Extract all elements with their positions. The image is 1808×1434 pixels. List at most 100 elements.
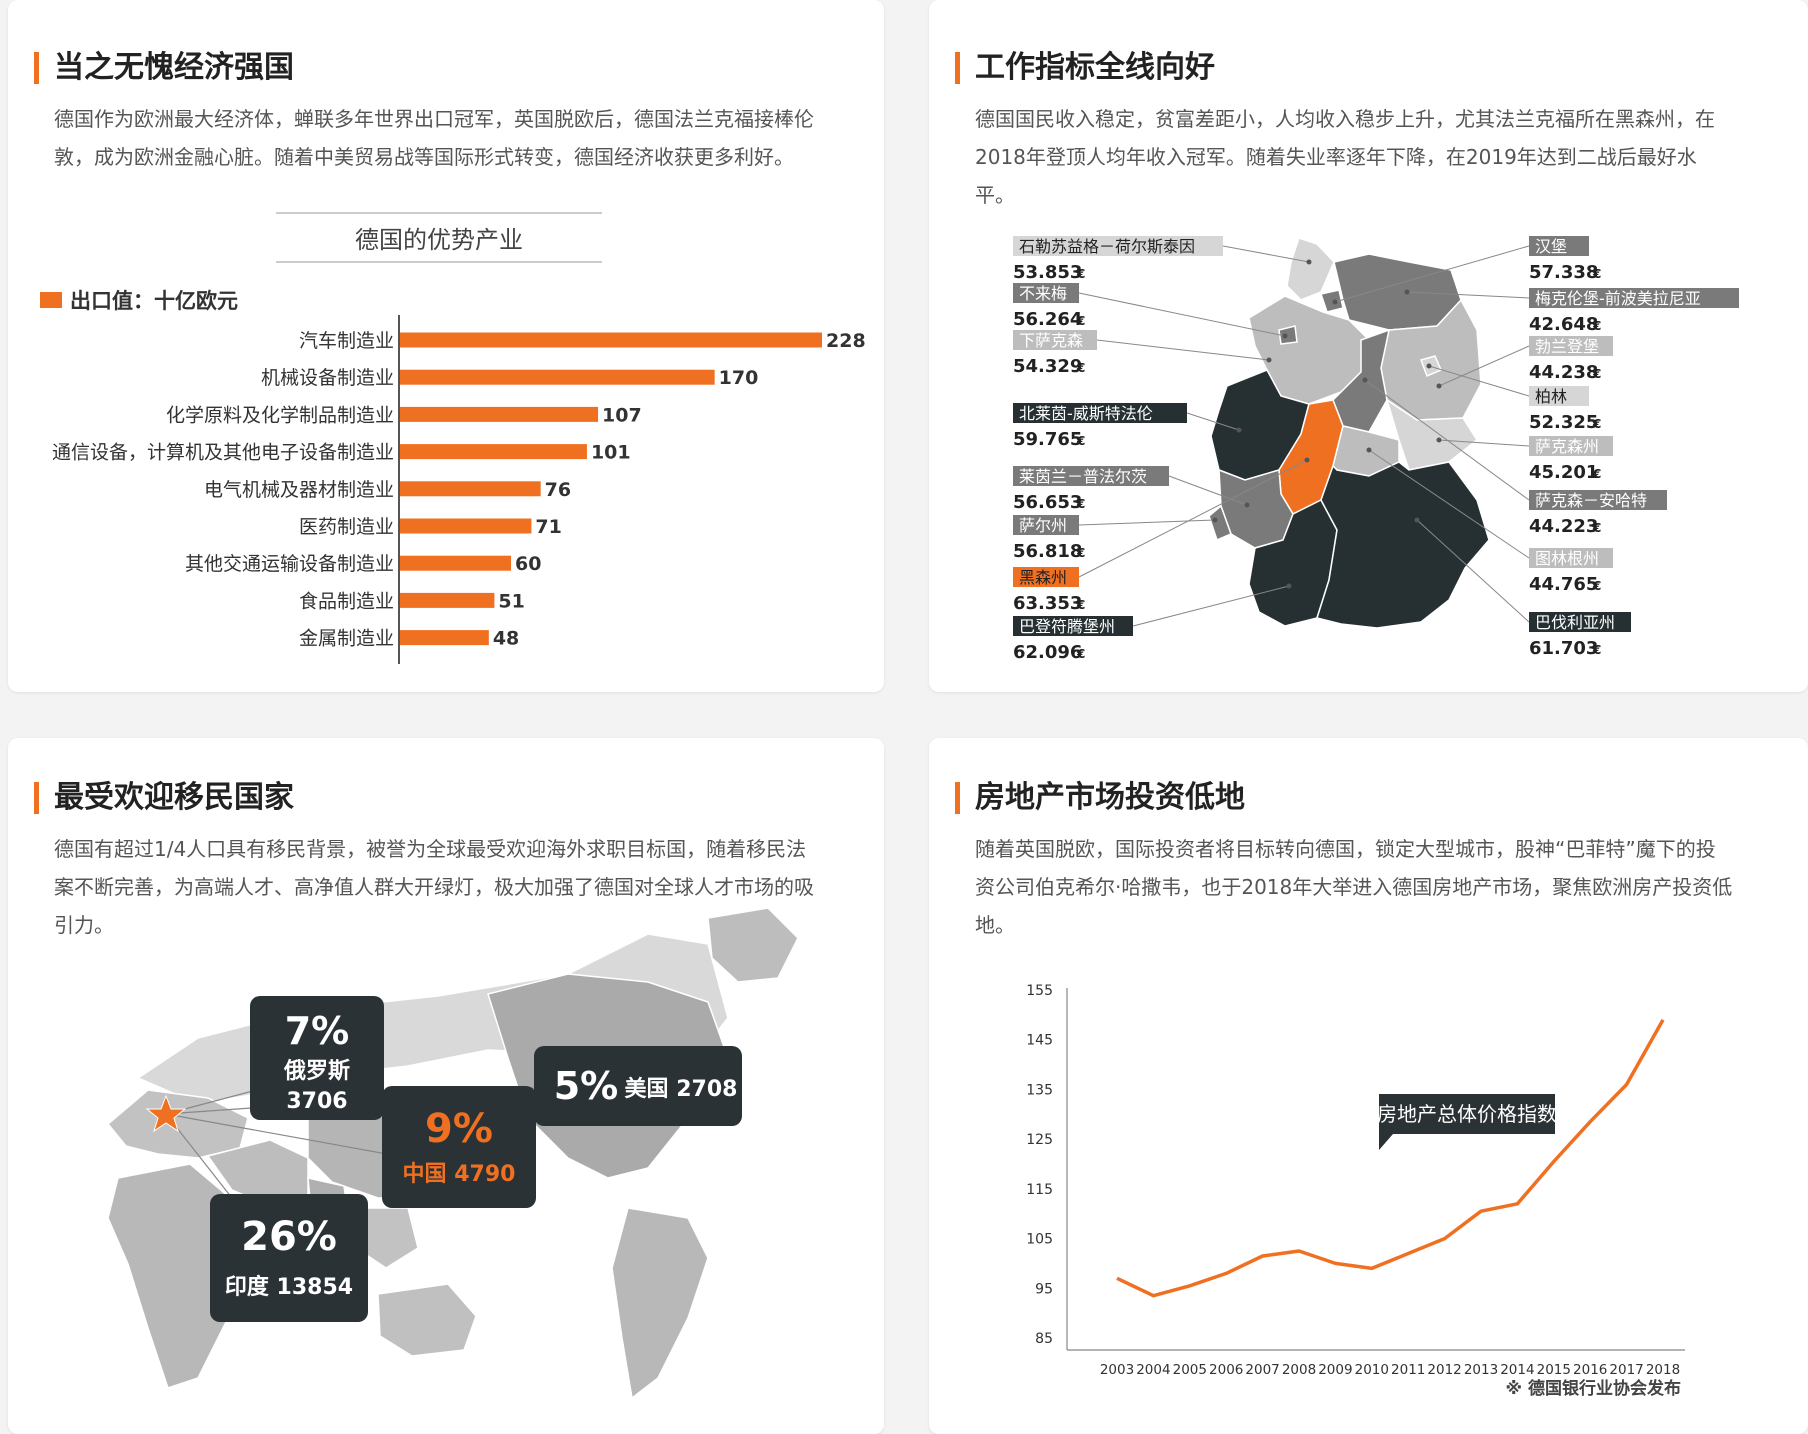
region-income-label: 石勒苏益格－荷尔斯泰因 53.853€	[1013, 236, 1312, 283]
bar	[400, 630, 489, 646]
migration-callout-usa: 5% 美国 2708	[534, 1046, 742, 1126]
region-income: 52.325	[1529, 412, 1598, 433]
x-tick-labels: 2003 2004 2005 2006 2007 2008 2009 2010 2011 2012…	[1100, 1362, 1680, 1378]
region-name: 勃兰登堡	[1535, 337, 1599, 356]
leader-line	[1096, 339, 1270, 361]
region-income: 44.223	[1529, 516, 1598, 537]
currency-symbol: €	[1592, 367, 1601, 381]
region-dot	[1266, 357, 1272, 363]
bar-category-label: 通信设备，计算机及其他电子设备制造业	[52, 442, 394, 464]
region-dot	[1306, 259, 1312, 265]
region-income: 63.353	[1013, 593, 1082, 614]
region-name: 莱茵兰－普法尔茨	[1019, 467, 1147, 486]
y-tick-label: 135	[1026, 1082, 1053, 1098]
bar	[400, 406, 599, 422]
region-income: 59.765	[1013, 429, 1082, 450]
callout-percent: 7%	[285, 1009, 350, 1053]
callout-percent: 26%	[241, 1214, 337, 1260]
legend-label: 出口值：十亿欧元	[70, 289, 238, 313]
y-tick-label: 145	[1026, 1033, 1053, 1049]
currency-symbol: €	[1592, 521, 1601, 535]
callout-count: 3706	[286, 1089, 347, 1114]
bar-value-label: 51	[498, 590, 524, 612]
x-tick-label: 2013	[1464, 1362, 1498, 1378]
currency-symbol: €	[1076, 497, 1085, 511]
region-income-label: 莱茵兰－普法尔茨 56.653€	[1013, 466, 1250, 513]
bar	[400, 592, 495, 608]
region-dot	[1436, 383, 1442, 389]
landmass-europe	[106, 1089, 249, 1159]
region-mecklenburg	[1333, 253, 1462, 331]
bar-value-label: 170	[719, 367, 759, 389]
bar-value-label: 107	[602, 404, 642, 426]
currency-symbol: €	[1076, 546, 1085, 560]
region-income: 42.648	[1529, 314, 1598, 335]
currency-symbol: €	[1076, 267, 1085, 281]
callout-country: 俄罗斯	[283, 1058, 350, 1084]
migration-callout-russia: 7% 俄罗斯 3706	[250, 996, 384, 1120]
bar	[400, 444, 587, 460]
region-name: 下萨克森	[1019, 331, 1083, 350]
germany-map	[1208, 237, 1490, 629]
germany-income-map: 石勒苏益格－荷尔斯泰因53.853€不来梅56.264€下萨克森54.329€北…	[1013, 236, 1739, 663]
x-tick-label: 2004	[1136, 1362, 1170, 1378]
card-immigration: 最受欢迎移民国家 德国有超过1/4人口具有移民背景，被誉为全球最受欢迎海外求职目…	[8, 738, 884, 1434]
migration-callout-china: 9% 中国 4790	[382, 1086, 536, 1208]
bar-value-label: 60	[515, 553, 541, 575]
bar	[400, 481, 541, 497]
bar	[400, 555, 512, 571]
y-tick-label: 105	[1026, 1232, 1053, 1248]
bar-category-label: 金属制造业	[299, 628, 394, 650]
x-tick-label: 2008	[1282, 1362, 1316, 1378]
landmass-south-america	[611, 1207, 709, 1400]
region-dot	[1414, 517, 1420, 523]
y-tick-label: 95	[1035, 1281, 1053, 1297]
region-income-label: 北莱茵-威斯特法伦 59.765€	[1013, 403, 1242, 450]
bar-value-label: 76	[545, 479, 571, 501]
region-dot	[1304, 457, 1310, 463]
x-tick-label: 2005	[1173, 1362, 1207, 1378]
x-tick-label: 2011	[1391, 1362, 1425, 1378]
region-dot	[1244, 502, 1250, 508]
bar-category-label: 电气机械及器材制造业	[204, 479, 394, 501]
currency-symbol: €	[1592, 417, 1601, 431]
series-label-callout: 房地产总体价格指数	[1377, 1094, 1557, 1150]
x-tick-label: 2014	[1500, 1362, 1534, 1378]
card-income: 工作指标全线向好 德国国民收入稳定，贫富差距小，人均收入稳步上升，尤其法兰克福所…	[929, 0, 1808, 692]
x-tick-label: 2015	[1537, 1362, 1571, 1378]
bar-category-label: 食品制造业	[299, 590, 394, 612]
region-income: 56.653	[1013, 492, 1082, 513]
y-tick-label: 125	[1026, 1132, 1053, 1148]
callout-percent: 9%	[425, 1106, 493, 1152]
region-name: 萨克森－安哈特	[1535, 491, 1647, 510]
chart-source: ※ 德国银行业协会发布	[1506, 1378, 1681, 1399]
x-tick-label: 2018	[1646, 1362, 1680, 1378]
bar-value-label: 228	[826, 330, 866, 352]
region-income-label: 下萨克森 54.329€	[1013, 330, 1272, 377]
card-real-estate: 房地产市场投资低地 随着英国脱欧，国际投资者将目标转向德国，锁定大型城市，股神“…	[929, 738, 1808, 1434]
region-name: 不来梅	[1019, 284, 1067, 303]
currency-symbol: €	[1592, 643, 1601, 657]
region-dot	[1436, 437, 1442, 443]
x-tick-label: 2009	[1318, 1362, 1352, 1378]
landmass-australia	[377, 1283, 477, 1357]
region-income: 61.703	[1529, 638, 1598, 659]
region-income: 53.853	[1013, 262, 1082, 283]
region-name: 巴伐利亚州	[1535, 613, 1615, 632]
region-name: 汉堡	[1535, 237, 1567, 256]
bar-category-label: 化学原料及化学制品制造业	[166, 404, 394, 426]
region-dot	[1362, 377, 1368, 383]
callout-country: 中国 4790	[403, 1162, 516, 1187]
region-name: 梅克伦堡-前波美拉尼亚	[1535, 289, 1701, 308]
region-name: 巴登符腾堡州	[1019, 617, 1115, 636]
y-tick-label: 115	[1026, 1182, 1053, 1198]
price-index-line	[1116, 1018, 1665, 1298]
region-schleswig-holstein	[1286, 237, 1335, 301]
bar-value-label: 48	[493, 628, 519, 650]
bar	[400, 518, 532, 534]
leader-line	[1078, 519, 1216, 526]
currency-symbol: €	[1076, 434, 1085, 448]
y-tick-label: 155	[1026, 983, 1053, 999]
bars-group: 汽车制造业 228 机械设备制造业 170 化学原料及化学制品制造业 107 通信设备，计算…	[52, 330, 866, 650]
currency-symbol: €	[1592, 267, 1601, 281]
